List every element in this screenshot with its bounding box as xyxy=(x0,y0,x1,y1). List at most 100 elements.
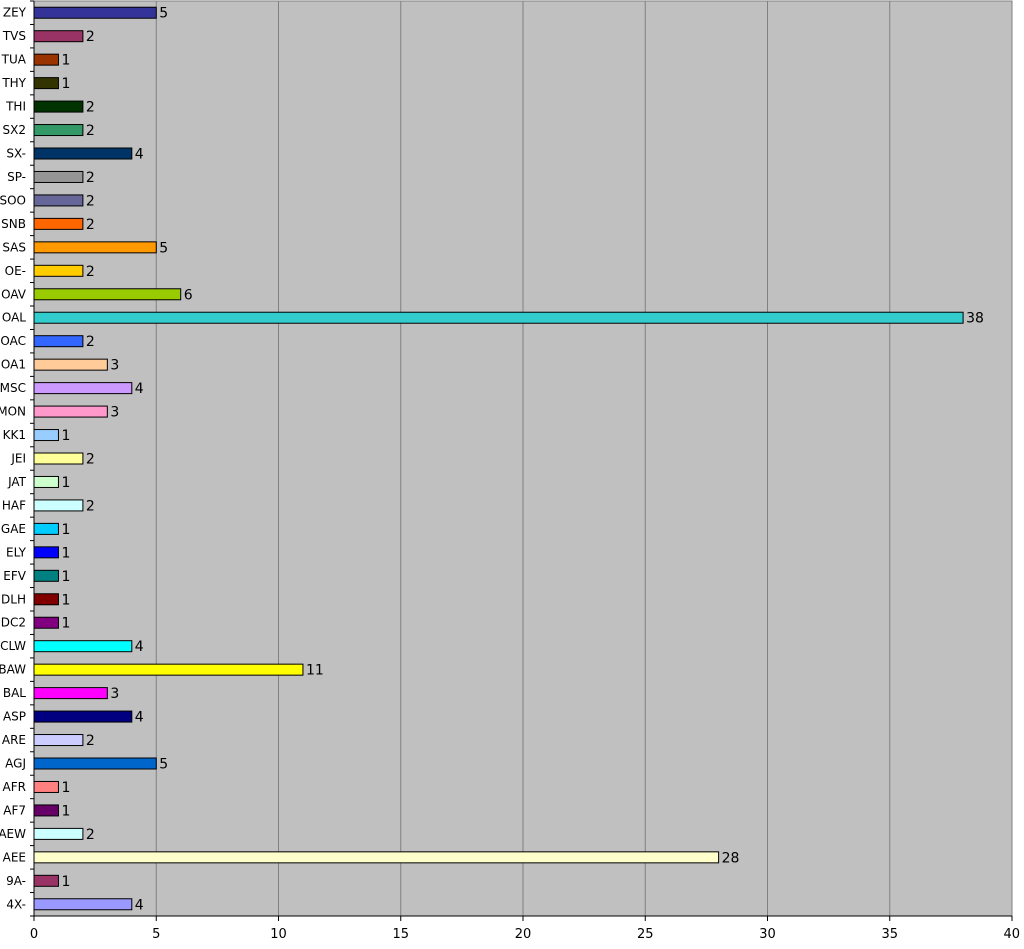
x-tick-label: 5 xyxy=(152,927,160,942)
data-label: 4 xyxy=(135,147,144,163)
data-label: 2 xyxy=(86,827,95,843)
data-label: 3 xyxy=(110,405,119,421)
y-tick-label: SX2 xyxy=(3,123,26,137)
data-label: 1 xyxy=(61,616,70,632)
y-tick-label: TUA xyxy=(1,53,27,67)
bar-thi xyxy=(33,100,84,113)
y-tick-label: ARE xyxy=(2,733,26,747)
bar-tvs xyxy=(33,30,84,43)
data-label: 1 xyxy=(61,545,70,561)
data-label: 2 xyxy=(86,264,95,280)
bar-sx2 xyxy=(33,124,84,137)
data-label: 2 xyxy=(86,452,95,468)
bar-efv xyxy=(33,569,59,582)
y-tick-label: GAE xyxy=(1,522,26,536)
bar-bal xyxy=(33,687,108,700)
data-label: 1 xyxy=(61,569,70,585)
y-tick-label: 4X- xyxy=(6,897,26,911)
bar-dlh xyxy=(33,593,59,606)
data-label: 1 xyxy=(61,780,70,796)
bar-msc xyxy=(33,382,133,395)
data-label: 6 xyxy=(184,287,193,303)
bar-oac xyxy=(33,335,84,348)
y-tick-label: SNB xyxy=(1,217,26,231)
x-tick-label: 25 xyxy=(637,927,654,942)
y-tick-label: AGJ xyxy=(5,757,26,771)
bar-jei xyxy=(33,452,84,465)
bar-chart: 4128211524311411111212134323862522242211… xyxy=(0,0,1020,942)
y-tick-label: SAS xyxy=(2,240,26,254)
y-axis-ticks: 4X- 9A- AEE AEW AF7 AFR AGJ ARE ASP BAL BAW CLW DC2 D… xyxy=(0,0,34,917)
bar-4x xyxy=(33,898,133,911)
y-tick-label: HAF xyxy=(2,498,26,512)
bar-oal xyxy=(33,311,964,324)
data-label: 4 xyxy=(135,710,144,726)
y-tick-label: KK1 xyxy=(3,428,26,442)
y-tick-label: AEE xyxy=(3,850,26,864)
y-tick-label: TVS xyxy=(2,29,26,43)
data-label: 4 xyxy=(135,897,144,913)
bar-soo xyxy=(33,194,84,207)
x-tick-label: 0 xyxy=(30,927,38,942)
bar-af7 xyxy=(33,804,59,817)
bar-sx xyxy=(33,147,133,160)
data-label: 5 xyxy=(159,6,168,22)
y-tick-label: CLW xyxy=(0,639,26,653)
bar-oa1 xyxy=(33,358,108,371)
bar-gae xyxy=(33,522,59,535)
data-label: 4 xyxy=(135,381,144,397)
data-label: 1 xyxy=(61,592,70,608)
y-tick-label: BAW xyxy=(0,663,26,677)
data-label: 28 xyxy=(722,850,740,866)
data-label: 2 xyxy=(86,498,95,514)
y-tick-label: AFR xyxy=(3,780,26,794)
x-tick-label: 35 xyxy=(881,927,898,942)
y-tick-label: SOO xyxy=(0,193,26,207)
bar-oe xyxy=(33,264,84,277)
y-tick-label: OAL xyxy=(2,311,26,325)
y-tick-label: JAT xyxy=(7,475,27,489)
bar-haf xyxy=(33,499,84,512)
bar-asp xyxy=(33,710,133,723)
data-label: 2 xyxy=(86,170,95,186)
data-label: 3 xyxy=(110,686,119,702)
y-tick-label: AF7 xyxy=(3,803,26,817)
bar-thy xyxy=(33,77,59,90)
bar-ely xyxy=(33,546,59,559)
data-label: 5 xyxy=(159,240,168,256)
bar-zey xyxy=(33,6,157,19)
bar-snb xyxy=(33,217,84,230)
y-tick-label: 9A- xyxy=(6,874,26,888)
data-label: 2 xyxy=(86,733,95,749)
x-tick-label: 40 xyxy=(1003,927,1020,942)
y-tick-label: OA1 xyxy=(1,358,26,372)
y-tick-label: BAL xyxy=(3,686,26,700)
data-label: 2 xyxy=(86,29,95,45)
data-label: 11 xyxy=(306,663,324,679)
y-tick-label: MSC xyxy=(0,381,26,395)
data-label: 2 xyxy=(86,334,95,350)
y-tick-label: DLH xyxy=(1,592,26,606)
x-tick-label: 10 xyxy=(270,927,287,942)
bar-mon xyxy=(33,405,108,418)
data-label: 1 xyxy=(61,803,70,819)
bar-afr xyxy=(33,780,59,793)
y-tick-label: THI xyxy=(5,100,26,114)
data-label: 2 xyxy=(86,100,95,116)
y-tick-label: ELY xyxy=(6,545,27,559)
bar-aee xyxy=(33,851,720,864)
bar-dc2 xyxy=(33,616,59,629)
y-tick-label: ASP xyxy=(3,710,26,724)
bar-are xyxy=(33,734,84,747)
bar-tua xyxy=(33,53,59,66)
bar-jat xyxy=(33,475,59,488)
bar-sas xyxy=(33,241,157,254)
data-label: 4 xyxy=(135,639,144,655)
data-label: 1 xyxy=(61,76,70,92)
x-tick-label: 30 xyxy=(759,927,776,942)
data-label: 1 xyxy=(61,53,70,69)
x-axis-ticks: 0 5 10 15 20 25 30 35 40 xyxy=(30,916,1020,942)
bar-baw xyxy=(33,663,304,676)
y-tick-label: OAV xyxy=(1,287,27,301)
y-tick-label: SX- xyxy=(6,147,26,161)
